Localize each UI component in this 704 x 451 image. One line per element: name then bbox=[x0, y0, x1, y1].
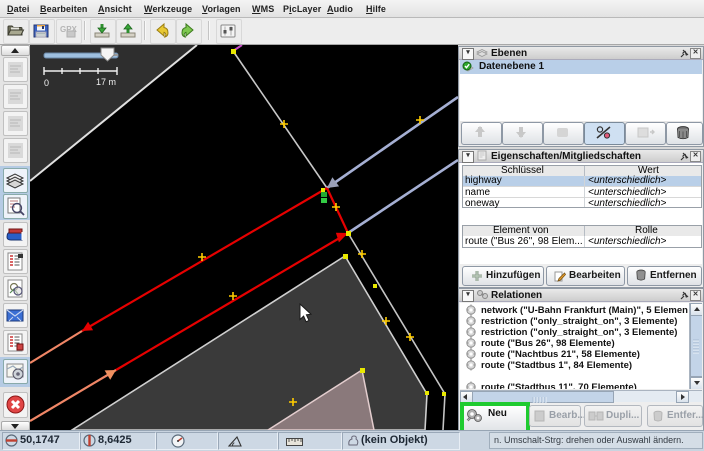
svg-text:17 m: 17 m bbox=[96, 77, 116, 87]
svg-text:0: 0 bbox=[44, 78, 49, 88]
